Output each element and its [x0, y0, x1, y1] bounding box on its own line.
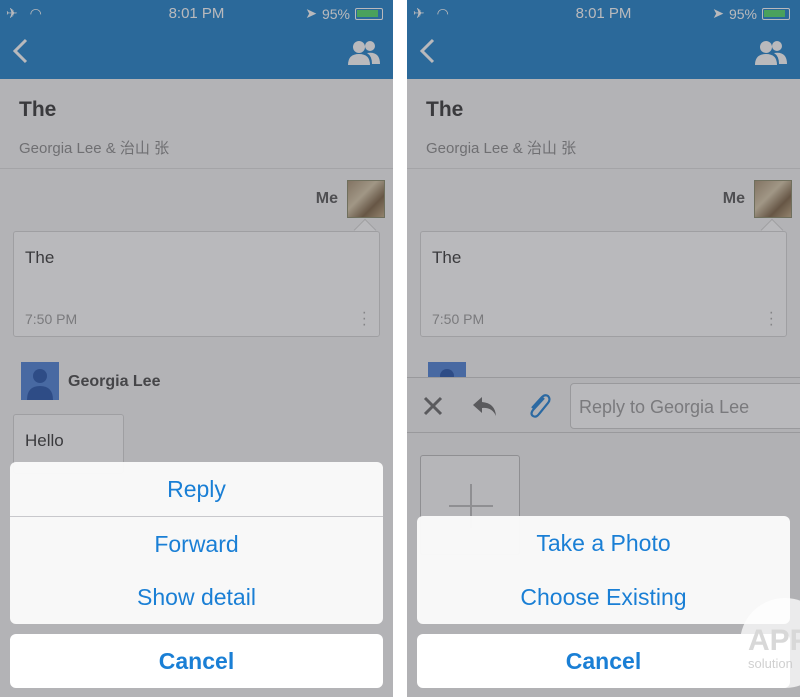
choose-existing-option[interactable]: Choose Existing: [417, 570, 790, 624]
reply-option[interactable]: Reply: [10, 462, 383, 516]
forward-option[interactable]: Forward: [10, 516, 383, 570]
photo-action-sheet: Take a Photo Choose Existing: [417, 516, 790, 624]
take-photo-option[interactable]: Take a Photo: [417, 516, 790, 570]
right-phone-screen: ✈ ◠ 8:01 PM ➤ 95% The Georgia Lee & 治山 张…: [407, 0, 800, 697]
left-phone-screen: ✈ ◠ 8:01 PM ➤ 95% The Georgia Lee & 治山 张…: [0, 0, 393, 697]
show-detail-option[interactable]: Show detail: [10, 570, 383, 624]
watermark-line2: solution: [748, 656, 793, 671]
message-action-sheet: Reply Forward Show detail: [10, 462, 383, 624]
cancel-button[interactable]: Cancel: [10, 634, 383, 688]
cancel-button[interactable]: Cancel: [417, 634, 790, 688]
watermark-line1: APP: [748, 624, 800, 657]
